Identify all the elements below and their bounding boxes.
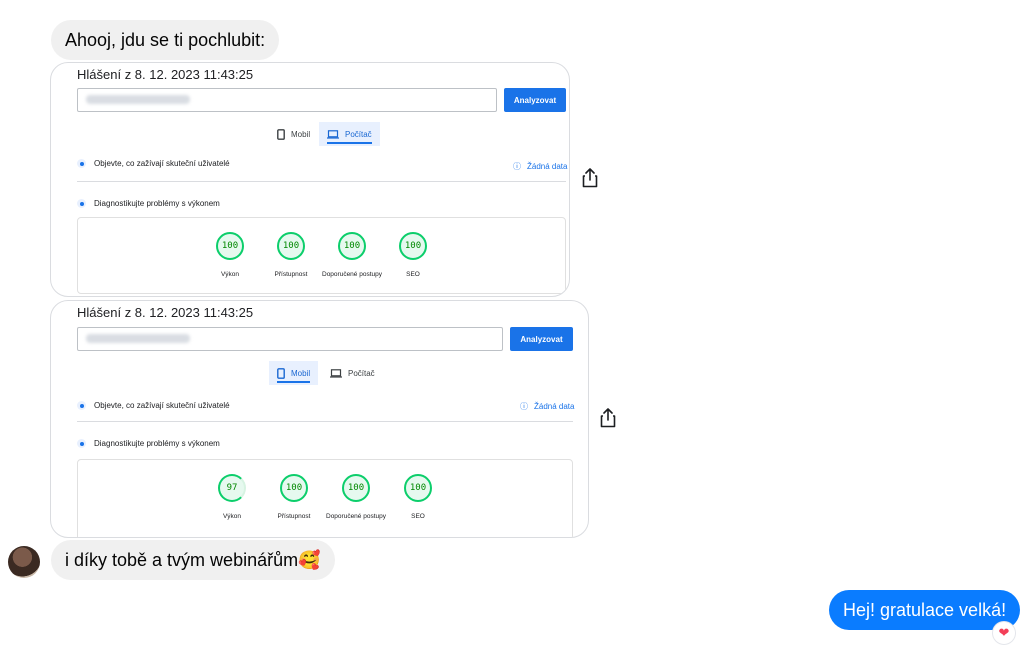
info-icon: ⓘ	[520, 402, 528, 411]
scores-panel	[77, 459, 573, 537]
no-data-label: Žádná data	[527, 162, 568, 171]
score-label: Přístupnost	[277, 513, 311, 520]
tab-desktop-label: Počítač	[345, 129, 372, 139]
no-data-label: Žádná data	[534, 402, 575, 411]
score-label: Výkon	[220, 271, 240, 278]
score-label: SEO	[411, 513, 425, 520]
laptop-icon	[330, 368, 342, 378]
diagnose-row[interactable]: Diagnostikujte problémy s výkonem	[77, 439, 220, 448]
phone-icon	[277, 367, 285, 379]
real-users-label: Objevte, co zažívají skuteční uživatelé	[94, 401, 230, 410]
no-data-indicator: ⓘ Žádná data	[513, 161, 567, 172]
score-accessibility[interactable]: 100 Přístupnost	[261, 232, 321, 280]
score-label: Přístupnost	[274, 271, 308, 278]
tab-desktop[interactable]: Počítač	[319, 122, 380, 146]
score-gauge: 100	[280, 474, 308, 502]
report-screenshot-mobile[interactable]: Hlášení z 8. 12. 2023 11:43:25 Analyzova…	[50, 300, 589, 538]
message-bubble-intro[interactable]: Ahooj, jdu se ti pochlubit:	[51, 20, 280, 60]
score-gauge: 100	[404, 474, 432, 502]
info-icon: ⓘ	[513, 162, 521, 171]
report-header: Hlášení z 8. 12. 2023 11:43:25	[77, 67, 254, 82]
tab-mobile[interactable]: Mobil	[269, 122, 318, 146]
tab-mobile-label: Mobil	[291, 129, 311, 139]
report-screenshot-desktop[interactable]: Hlášení z 8. 12. 2023 11:43:25 Analyzova…	[50, 62, 570, 297]
score-label: Doporučené postupy	[326, 513, 386, 520]
score-label: SEO	[406, 271, 420, 278]
message-bubble-thanks[interactable]: i díky tobě a tvým webinářům🥰	[51, 540, 335, 580]
diagnose-label: Diagnostikujte problémy s výkonem	[94, 439, 220, 448]
avatar[interactable]	[8, 546, 40, 578]
diagnose-icon	[77, 199, 86, 208]
diagnose-row[interactable]: Diagnostikujte problémy s výkonem	[77, 199, 220, 208]
tab-mobile[interactable]: Mobil	[269, 361, 319, 385]
tab-desktop-label: Počítač	[348, 368, 375, 378]
score-gauge: 100	[399, 232, 427, 260]
score-gauge: 97	[218, 474, 246, 502]
analyze-button[interactable]: Analyzovat	[504, 88, 566, 112]
analyze-button[interactable]: Analyzovat	[510, 327, 573, 351]
score-gauge: 100	[277, 232, 305, 260]
divider	[77, 181, 566, 182]
score-performance[interactable]: 100 Výkon	[200, 232, 260, 280]
no-data-indicator: ⓘ Žádná data	[520, 401, 574, 412]
score-label: Doporučené postupy	[322, 271, 382, 278]
divider	[77, 421, 573, 422]
score-seo[interactable]: 100 SEO	[383, 232, 443, 280]
users-icon	[77, 159, 86, 168]
laptop-icon	[327, 129, 339, 139]
diagnose-label: Diagnostikujte problémy s výkonem	[94, 199, 220, 208]
users-icon	[77, 401, 86, 410]
url-input[interactable]	[77, 327, 503, 351]
phone-icon	[277, 128, 285, 140]
real-users-label: Objevte, co zažívají skuteční uživatelé	[94, 159, 230, 168]
message-bubble-reply[interactable]: Hej! gratulace velká!	[829, 590, 1021, 630]
real-users-row[interactable]: Objevte, co zažívají skuteční uživatelé	[77, 401, 230, 410]
heart-reaction-icon[interactable]: ❤	[993, 622, 1015, 644]
url-input[interactable]	[77, 88, 497, 112]
score-best-practices[interactable]: 100 Doporučené postupy	[322, 232, 382, 280]
real-users-row[interactable]: Objevte, co zažívají skuteční uživatelé	[77, 159, 230, 168]
report-header: Hlášení z 8. 12. 2023 11:43:25	[77, 305, 254, 320]
share-icon[interactable]	[599, 408, 617, 428]
score-label: Výkon	[222, 513, 242, 520]
share-icon[interactable]	[581, 168, 599, 188]
score-performance[interactable]: 97 Výkon	[202, 474, 262, 522]
score-best-practices[interactable]: 100 Doporučené postupy	[326, 474, 386, 522]
score-gauge: 100	[216, 232, 244, 260]
tab-desktop[interactable]: Počítač	[322, 361, 383, 385]
score-gauge: 100	[338, 232, 366, 260]
score-accessibility[interactable]: 100 Přístupnost	[264, 474, 324, 522]
score-gauge: 100	[342, 474, 370, 502]
diagnose-icon	[77, 439, 86, 448]
tab-mobile-label: Mobil	[291, 368, 311, 378]
score-seo[interactable]: 100 SEO	[388, 474, 448, 522]
